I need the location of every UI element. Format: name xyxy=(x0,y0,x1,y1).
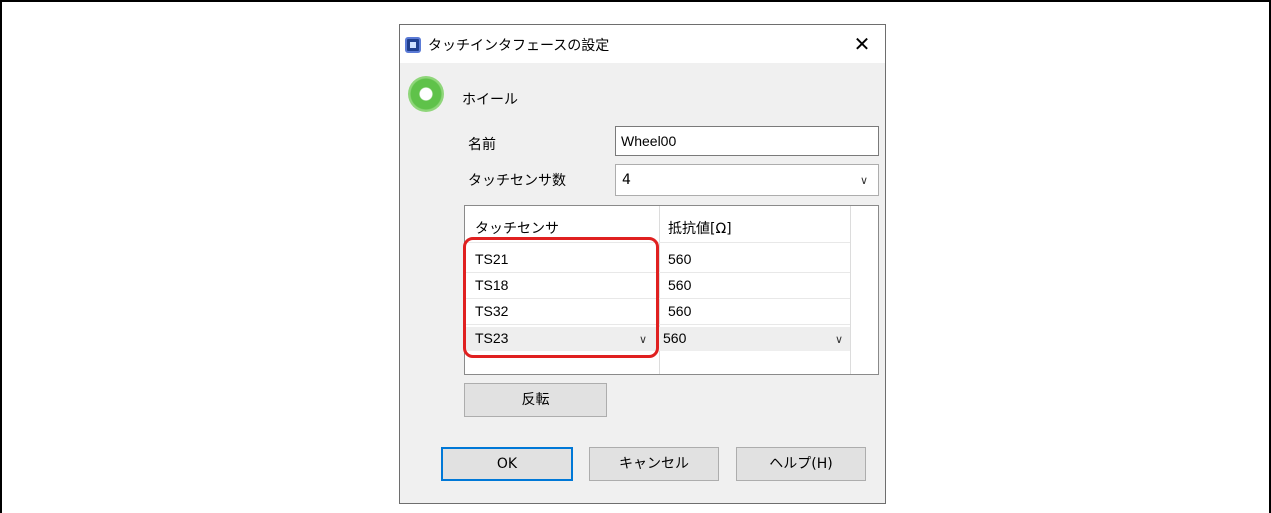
app-icon xyxy=(405,37,421,53)
column-header-sensor: タッチセンサ xyxy=(475,221,559,237)
invert-button[interactable]: 反転 xyxy=(464,383,607,417)
sensor-count-select[interactable]: 4 ∨ xyxy=(615,164,879,196)
sensor-highlight-box xyxy=(463,237,659,358)
sensor-count-value: 4 xyxy=(622,172,631,188)
chevron-down-icon[interactable]: ∨ xyxy=(835,333,843,346)
help-button[interactable]: ヘルプ(H) xyxy=(736,447,866,481)
resistance-cell[interactable]: 560 xyxy=(668,303,691,319)
column-header-resistance: 抵抗値[Ω] xyxy=(668,221,732,237)
column-divider xyxy=(850,206,851,374)
cancel-button[interactable]: キャンセル xyxy=(589,447,719,481)
section-title: ホイール xyxy=(462,92,518,108)
resistance-cell[interactable]: 560 xyxy=(668,251,691,267)
sensor-count-label: タッチセンサ数 xyxy=(468,173,566,189)
touch-interface-settings-dialog: タッチインタフェースの設定 ✕ ホイール 名前 Wheel00 タッチセンサ数 … xyxy=(399,24,886,504)
ok-button[interactable]: OK xyxy=(441,447,573,481)
close-button[interactable]: ✕ xyxy=(839,25,885,63)
resistance-combo[interactable]: 560 xyxy=(663,330,686,346)
dialog-title: タッチインタフェースの設定 xyxy=(428,38,610,54)
name-label: 名前 xyxy=(468,137,496,153)
resistance-cell[interactable]: 560 xyxy=(668,277,691,293)
title-bar: タッチインタフェースの設定 ✕ xyxy=(400,25,885,63)
name-input[interactable]: Wheel00 xyxy=(615,126,879,156)
wheel-icon xyxy=(408,76,444,112)
chevron-down-icon: ∨ xyxy=(859,174,868,187)
